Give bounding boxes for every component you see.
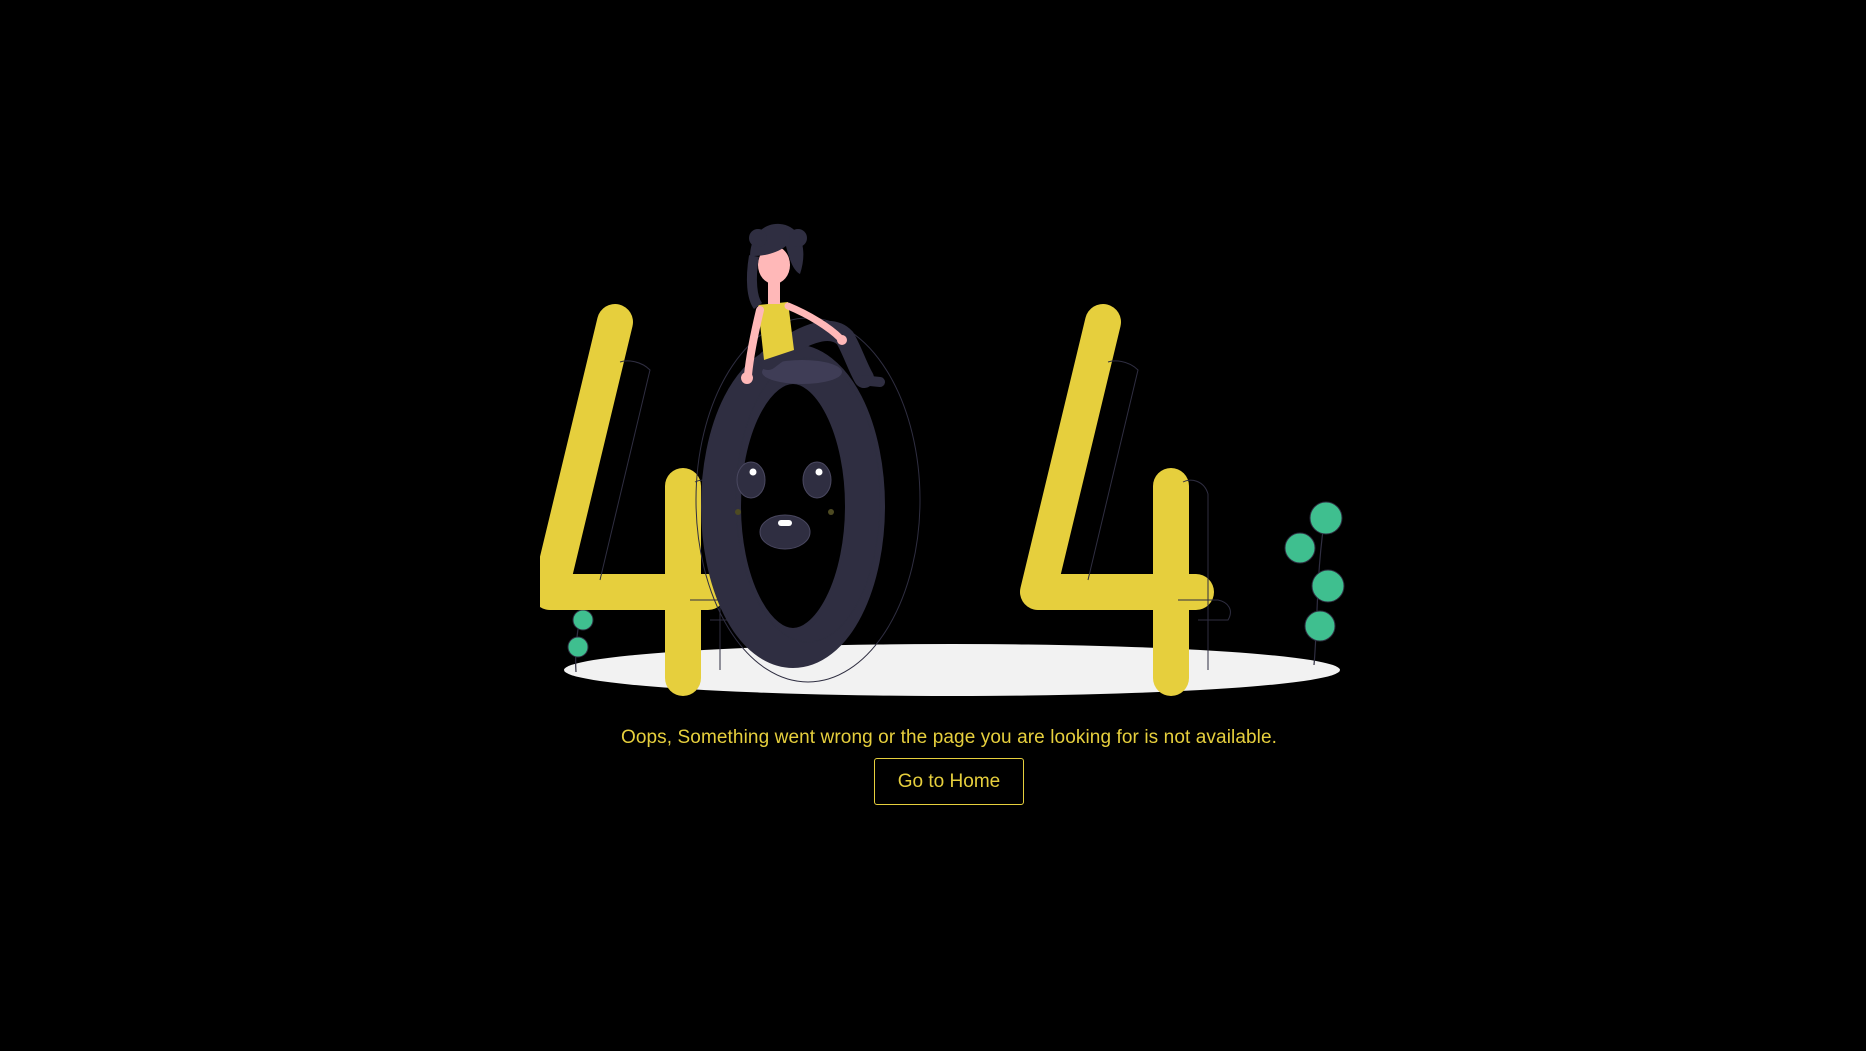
- go-to-home-button[interactable]: Go to Home: [874, 758, 1024, 805]
- error-message: Oops, Something went wrong or the page y…: [620, 727, 1278, 748]
- not-found-page: Oops, Something went wrong or the page y…: [0, 0, 1866, 1051]
- zero-eye-left: [736, 461, 766, 499]
- digit-four-right: [1020, 304, 1231, 696]
- right-plant-icon: [1284, 501, 1345, 666]
- 404-illustration: [540, 223, 1345, 696]
- zero-eye-right: [802, 461, 832, 499]
